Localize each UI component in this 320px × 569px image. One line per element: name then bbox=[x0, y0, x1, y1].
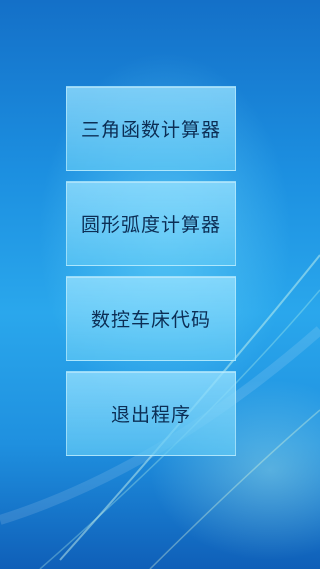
main-menu: 三角函数计算器 圆形弧度计算器 数控车床代码 退出程序 bbox=[66, 86, 236, 466]
exit-program-label: 退出程序 bbox=[110, 404, 191, 426]
cnc-lathe-code-button[interactable]: 数控车床代码 bbox=[66, 276, 236, 361]
arc-radian-calculator-button[interactable]: 圆形弧度计算器 bbox=[66, 181, 236, 266]
arc-radian-calculator-label: 圆形弧度计算器 bbox=[80, 214, 221, 236]
trig-calculator-label: 三角函数计算器 bbox=[80, 119, 221, 141]
trig-calculator-button[interactable]: 三角函数计算器 bbox=[66, 86, 236, 171]
cnc-lathe-code-label: 数控车床代码 bbox=[90, 309, 211, 331]
exit-program-button[interactable]: 退出程序 bbox=[66, 371, 236, 456]
